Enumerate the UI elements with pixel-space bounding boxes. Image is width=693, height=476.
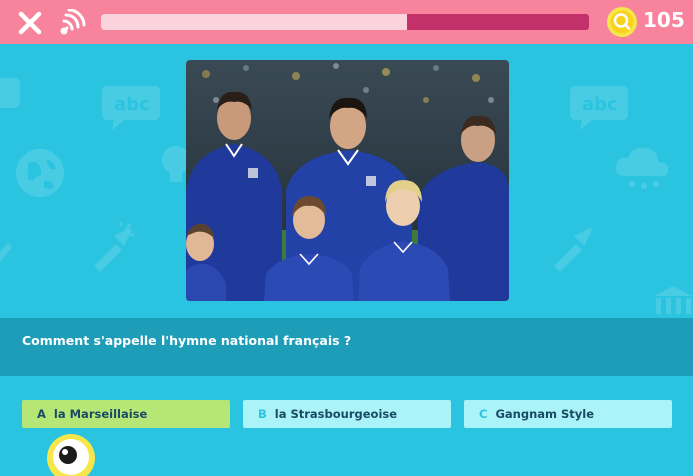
answer-label: la Marseillaise bbox=[53, 407, 148, 421]
cloud-gear-icon bbox=[615, 147, 669, 189]
audio-icon[interactable] bbox=[58, 9, 88, 37]
answer-c-button[interactable]: C Gangnam Style bbox=[464, 400, 672, 428]
coin-count: 105 bbox=[643, 8, 685, 32]
answer-label: Gangnam Style bbox=[495, 407, 595, 421]
answer-a-button[interactable]: A la Marseillaise bbox=[22, 400, 230, 428]
close-icon[interactable] bbox=[17, 10, 43, 36]
progress-fill bbox=[101, 14, 407, 30]
globe-icon bbox=[16, 149, 64, 197]
speech-bubble-abc-icon bbox=[0, 78, 20, 108]
question-image bbox=[186, 60, 509, 301]
answer-letter: B bbox=[258, 407, 267, 421]
flashlight-icon bbox=[0, 243, 12, 262]
answer-label: la Strasbourgeoise bbox=[274, 407, 398, 421]
answer-letter: C bbox=[479, 407, 488, 421]
question-area: abc abc bbox=[0, 44, 693, 318]
speech-bubble-abc-icon: abc bbox=[570, 86, 628, 130]
eye-icon bbox=[47, 434, 95, 476]
lightbulb-icon bbox=[162, 146, 188, 182]
question-text: Comment s'appelle l'hymne national franç… bbox=[22, 333, 352, 348]
flashlight-icon bbox=[94, 222, 135, 272]
top-bar: 105 bbox=[0, 0, 693, 44]
question-strip: Comment s'appelle l'hymne national franç… bbox=[0, 318, 693, 376]
coin-icon bbox=[607, 7, 637, 37]
speech-bubble-abc-icon: abc bbox=[102, 86, 160, 130]
answers-area: A la Marseillaise B la Strasbourgeoise C… bbox=[0, 376, 693, 476]
building-icon bbox=[654, 286, 692, 314]
svg-text:abc: abc bbox=[114, 94, 150, 115]
answer-b-button[interactable]: B la Strasbourgeoise bbox=[243, 400, 451, 428]
answer-letter: A bbox=[37, 407, 46, 421]
flashlight-icon bbox=[554, 228, 592, 272]
progress-bar bbox=[101, 14, 589, 30]
svg-text:abc: abc bbox=[582, 94, 618, 115]
